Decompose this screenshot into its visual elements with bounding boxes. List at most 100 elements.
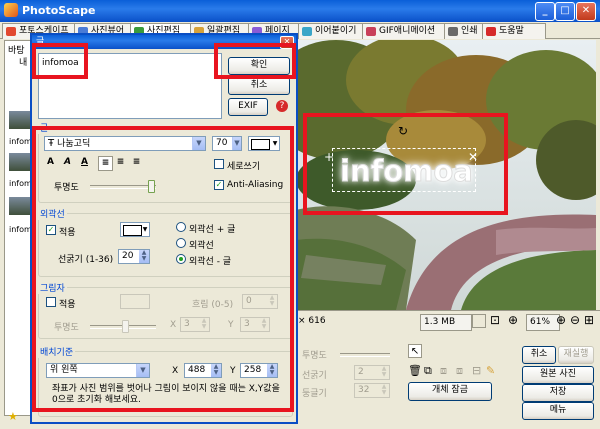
tab-label: 인쇄 [461,26,478,36]
save-button[interactable]: 저장 [522,384,594,402]
zoom-out-icon[interactable]: ⊖ [570,313,580,327]
outline-apply-checkbox[interactable]: ✓ [46,225,56,235]
close-button[interactable]: ✕ [576,2,596,21]
undo-button[interactable]: 취소 [522,346,556,364]
copy-icon[interactable]: ⧉ [424,364,432,378]
font-size-select[interactable]: 70 ▼ [212,136,242,151]
align-center-icon[interactable]: ≡ [114,156,127,169]
shadow-x-spinner[interactable]: 3 ▲ ▼ [180,317,210,332]
outline-width-spinner[interactable]: 20 ▲ ▼ [118,249,150,264]
fit-icon[interactable] [472,314,486,328]
outline-option-radio[interactable] [176,238,186,248]
shadow-x-value: 3 [184,319,190,329]
chevron-down-icon: ▼ [136,364,149,377]
shadow-blur-spinner[interactable]: 0 ▲ ▼ [242,294,278,309]
object-lock-button[interactable]: 개체 잠금 [408,382,492,401]
vertical-text-label: 세로쓰기 [227,162,261,172]
photoscape-icon [6,27,16,36]
object-panel: 투명도 선굵기 2 ▲ ▼ 둥글기 32 ▲ ▼ ↖ 🗑 ⧉ ⧈ ⧈ ⊟ ✎ 개체 잠금… [296,334,600,429]
shadow-y-spinner[interactable]: 3 ▲ ▼ [240,317,270,332]
panel-roundness-spinner[interactable]: 32 ▲ ▼ [354,383,390,398]
dialog-title: 글 [36,37,45,47]
shadow-blur-value: 0 [246,296,252,306]
align-icon[interactable]: ⊟ [472,364,481,377]
anti-alias-checkbox[interactable]: ✓ [214,180,224,190]
actual-size-icon[interactable]: ⊡ [490,313,500,327]
star-icon[interactable]: ★ [8,410,18,423]
anchor-select[interactable]: 위 왼쪽 ▼ [46,363,150,378]
zoom-fit-icon[interactable]: ⊕ [508,313,518,327]
maximize-button[interactable]: □ [555,2,575,21]
shadow-transparency-label: 투명도 [54,323,79,333]
trash-icon[interactable]: 🗑 [408,364,422,377]
font-name-value: 나눔고딕 [57,139,91,149]
font-name-select[interactable]: Ŧ 나눔고딕 ▼ [44,136,206,151]
panel-transparency-label: 투명도 [302,351,327,361]
align-left-icon[interactable]: ≡ [98,156,113,171]
align-right-icon[interactable]: ≡ [130,156,143,169]
help-icon[interactable]: ? [276,100,288,112]
italic-button[interactable]: A [61,156,74,169]
panel-roundness-label: 둥글기 [302,389,327,399]
rotate-handle-icon[interactable]: ↻ [398,124,408,138]
window-titlebar: PhotoScape _ □ ✕ [0,0,600,22]
selection-frame[interactable] [332,148,476,192]
outline-color-picker[interactable]: ▼ [120,222,150,237]
chevron-down-icon: ▼ [142,226,148,233]
send-back-icon[interactable]: ⧈ [456,364,463,378]
exif-button[interactable]: EXIF [228,98,268,116]
file-size: 1.3 MB [420,314,472,331]
position-note: 좌표가 사진 범위를 벗어나 그림이 보이지 않을 때는 X,Y값을 0으로 초… [52,384,280,405]
style-icon[interactable]: ✎ [486,364,495,377]
shadow-y-label: Y [228,320,234,330]
outline-group-title: 외곽선 [38,207,67,220]
move-handle-icon[interactable]: + [324,150,334,164]
vertical-text-checkbox[interactable] [214,159,224,169]
gif-icon [366,27,376,36]
slider-thumb[interactable] [122,320,129,333]
dialog-close-icon[interactable]: ✕ [280,36,294,49]
pointer-tool-icon[interactable]: ↖ [408,344,422,358]
tab-help[interactable]: 도움말 [482,23,546,39]
redo-button[interactable]: 재실행 [558,346,594,364]
original-photo-button[interactable]: 원본 사진 [522,366,594,384]
bring-front-icon[interactable]: ⧈ [440,364,447,378]
text-input[interactable]: infomoa [38,53,222,119]
outline-option-radio[interactable] [176,222,186,232]
dialog-titlebar: 글 ✕ [32,35,296,49]
thumbnail-label: infom [9,179,32,188]
position-y-spinner[interactable]: 258 ▲ ▼ [240,363,278,378]
help-icon [486,27,496,36]
text-transparency-label: 투명도 [54,183,79,193]
delete-handle-icon[interactable]: ✕ [468,150,478,164]
shadow-color-picker[interactable] [120,294,150,309]
slider-thumb[interactable] [148,180,156,193]
panel-roundness-value: 32 [358,385,370,395]
panel-width-value: 2 [358,367,364,377]
outline-option-radio[interactable] [176,254,186,264]
chevron-down-icon: ▼ [272,140,278,147]
cancel-button[interactable]: 취소 [228,77,290,95]
bold-button[interactable]: A [44,156,57,169]
underline-button[interactable]: A [78,156,91,169]
outline-width-label: 선굵기 (1-36) [58,255,114,265]
zoom-menu-icon[interactable]: ⊞ [584,313,594,327]
zoom-in-icon[interactable]: ⊕ [556,313,566,327]
shadow-transparency-slider[interactable] [90,320,156,333]
shadow-apply-checkbox[interactable] [46,297,56,307]
tab-label: 이어붙이기 [315,26,357,36]
panel-transparency-slider[interactable] [340,353,390,357]
position-y-label: Y [230,366,236,376]
menu-button[interactable]: 메뉴 [522,402,594,420]
photo-canvas[interactable]: infomoa ↻ + ✕ [296,40,596,310]
folder-tree-item[interactable]: 내 [19,55,27,68]
text-color-picker[interactable]: ▼ [248,136,280,151]
color-swatch [251,139,270,150]
minimize-button[interactable]: _ [535,2,555,21]
text-transparency-slider[interactable] [90,180,156,193]
panel-width-spinner[interactable]: 2 ▲ ▼ [354,365,390,380]
ok-button[interactable]: 확인 [228,57,290,75]
shadow-y-value: 3 [244,319,250,329]
position-group-title: 배치기준 [38,345,76,358]
position-x-spinner[interactable]: 488 ▲ ▼ [184,363,222,378]
